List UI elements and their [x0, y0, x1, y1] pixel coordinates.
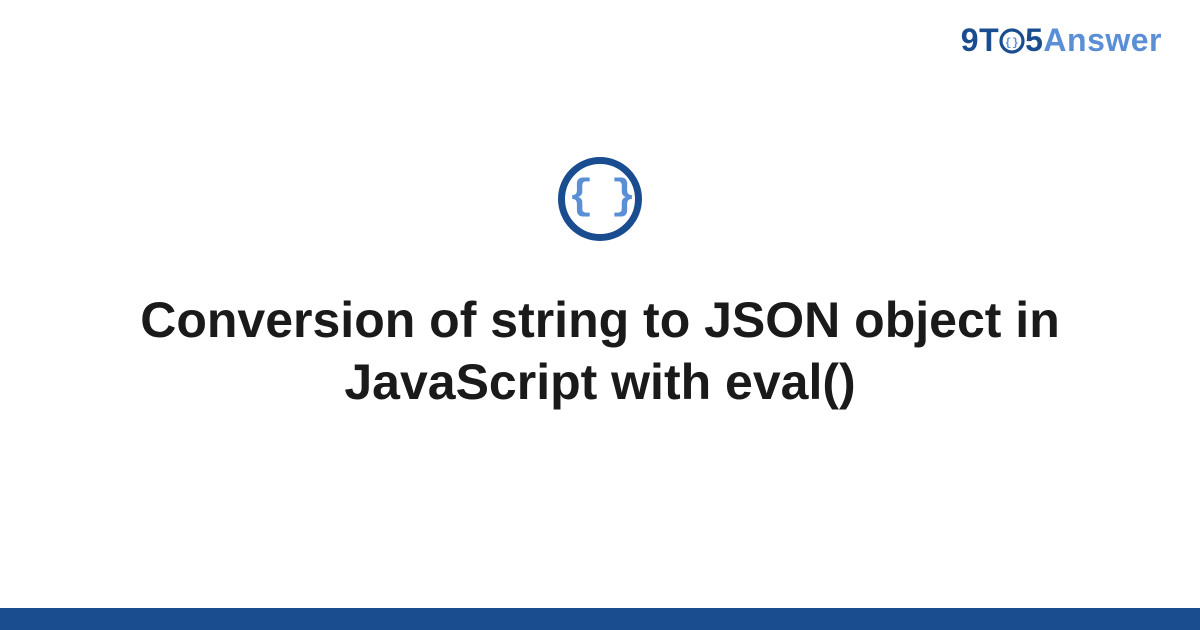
page-title: Conversion of string to JSON object in J… — [120, 289, 1080, 414]
footer-accent-bar — [0, 608, 1200, 630]
braces-glyph: { } — [568, 176, 632, 218]
main-content: { } Conversion of string to JSON object … — [0, 0, 1200, 630]
json-braces-icon: { } — [558, 157, 642, 241]
